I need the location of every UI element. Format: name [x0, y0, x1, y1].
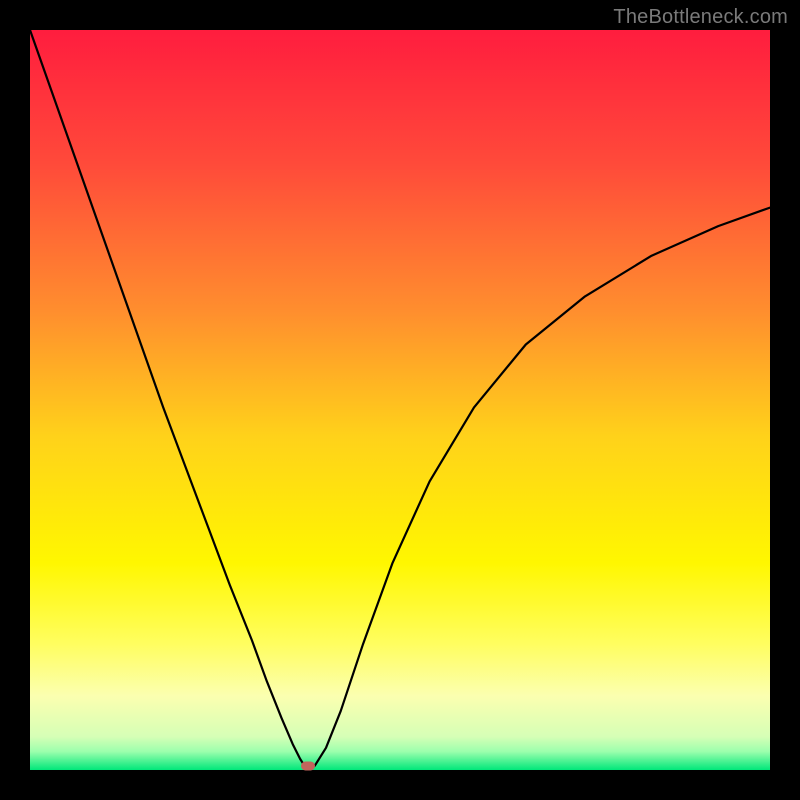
bottleneck-curve — [30, 30, 770, 769]
curve-svg — [30, 30, 770, 770]
chart-frame: TheBottleneck.com — [0, 0, 800, 800]
watermark-text: TheBottleneck.com — [613, 6, 788, 29]
plot-area — [30, 30, 770, 770]
min-marker — [301, 761, 315, 770]
